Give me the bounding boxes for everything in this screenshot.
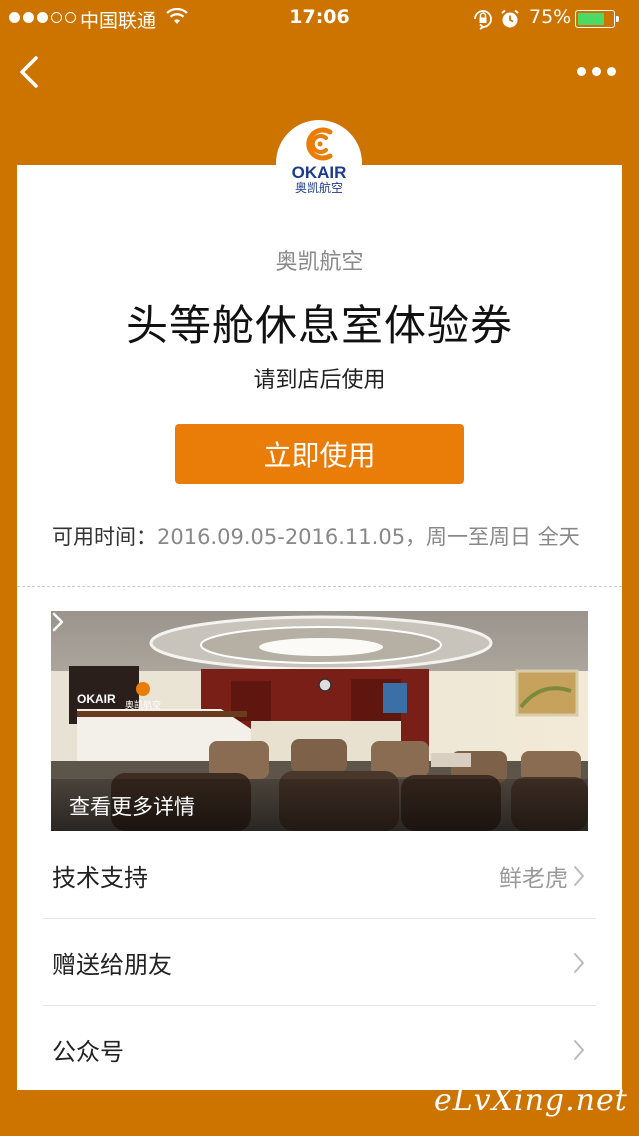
brand-logo-text: OKAIR	[291, 163, 347, 182]
chevron-right-icon	[52, 612, 64, 632]
list-item-tech-support[interactable]: 技术支持 鲜老虎	[43, 832, 596, 919]
valid-time-value: 2016.09.05-2016.11.05，周一至周日 全天	[157, 525, 580, 549]
list-item-value: 鲜老虎	[499, 865, 568, 892]
list-item-official-account[interactable]: 公众号	[43, 1006, 596, 1093]
use-now-button[interactable]: 立即使用	[175, 424, 464, 484]
status-bar: 中国联通 17:06 75%	[0, 0, 639, 38]
merchant-name: 奥凯航空	[275, 250, 364, 275]
more-details-link[interactable]: 查看更多详情	[69, 791, 195, 821]
orientation-lock-icon	[474, 10, 492, 30]
screen: 中国联通 17:06 75% OKAIR 奥凯航空 奥凯航空 头等舱休息室体验券…	[0, 0, 639, 1136]
more-dot	[576, 66, 586, 76]
coupon-title: 头等舱休息室体验券	[125, 301, 513, 350]
list-item-gift-to-friend[interactable]: 赠送给朋友	[43, 919, 596, 1006]
more-dot	[591, 66, 601, 76]
back-button[interactable]	[12, 52, 48, 92]
photo-sign-text: OKAIR	[77, 692, 116, 706]
alarm-icon	[501, 9, 519, 28]
more-button[interactable]	[570, 58, 622, 84]
chevron-right-icon	[574, 952, 584, 973]
dashed-divider	[17, 586, 622, 587]
battery-percent: 75%	[529, 6, 572, 28]
okair-logo-mark-icon	[306, 127, 333, 161]
list-item-label: 技术支持	[52, 864, 148, 892]
valid-time-label: 可用时间：	[52, 525, 157, 549]
valid-time: 可用时间：2016.09.05-2016.11.05，周一至周日 全天	[52, 521, 580, 551]
lounge-photo[interactable]: OKAIR 奥凯航空 查看更多详情	[51, 611, 588, 831]
coupon-usage-hint: 请到店后使用	[253, 368, 386, 393]
chevron-right-icon	[574, 1039, 584, 1060]
battery-icon	[575, 10, 619, 28]
watermark: eLvXing.net	[434, 1083, 628, 1118]
brand-logo-subtext: 奥凯航空	[294, 181, 343, 195]
battery-fill	[578, 13, 604, 25]
chevron-left-icon	[20, 56, 38, 88]
list-item-label: 赠送给朋友	[52, 951, 172, 979]
chevron-right-icon	[574, 865, 584, 886]
more-dot	[606, 66, 616, 76]
list-item-label: 公众号	[52, 1038, 124, 1066]
